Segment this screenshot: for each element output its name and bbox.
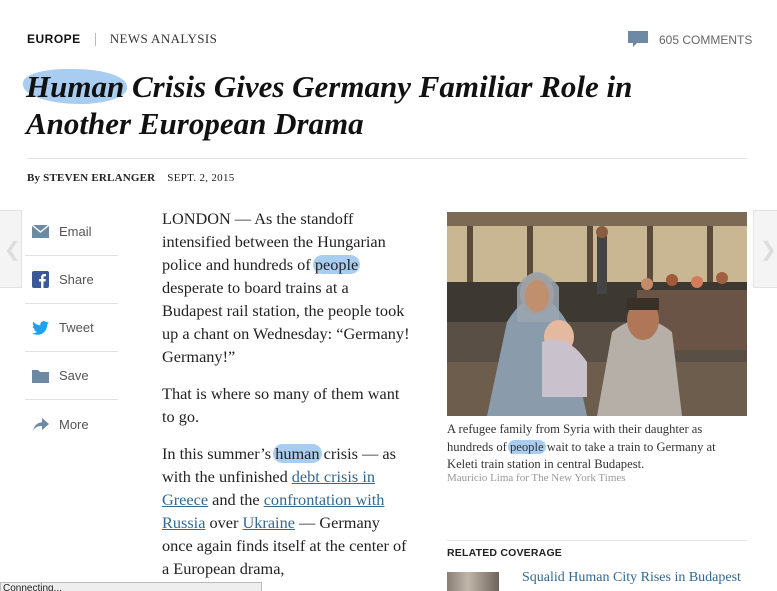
more-label: More [59, 416, 89, 432]
refugee-family-photo [447, 212, 747, 416]
headline-highlight: Human [23, 69, 128, 104]
twitter-bird-icon [32, 319, 49, 336]
envelope-icon [32, 223, 49, 240]
article-type-label: NEWS ANALYSIS [109, 31, 218, 46]
photo-caption: A refugee family from Syria with their d… [447, 421, 747, 474]
share-facebook-button[interactable]: Share [25, 256, 118, 304]
article-body: LONDON — As the standoff intensified bet… [162, 207, 412, 591]
story-paragraph-2: That is where so many of them want to go… [162, 384, 400, 426]
share-twitter-button[interactable]: Tweet [25, 304, 118, 352]
share-twitter-label: Tweet [59, 320, 94, 335]
folder-icon [32, 367, 49, 384]
share-email-label: Email [59, 224, 92, 239]
p3-text-start: In this summer’s [162, 444, 276, 463]
chevron-right-icon: ❯ [760, 237, 777, 261]
p1-highlight: people [312, 255, 361, 274]
p1-text-end: desperate to board trains at a Budapest … [162, 278, 410, 366]
comments-count: 605 COMMENTS [659, 32, 753, 47]
related-article-link[interactable]: Squalid Human City Rises in Budapest [522, 570, 741, 586]
story-paragraph-3: In this summer’s human crisis — as with … [162, 442, 412, 580]
related-divider [447, 540, 747, 541]
share-email-button[interactable]: Email [25, 208, 118, 256]
ukraine-link[interactable]: Ukraine [243, 513, 295, 532]
caption-highlight: people [507, 439, 546, 454]
chevron-left-icon: ❮ [4, 237, 21, 261]
next-article-button[interactable]: ❯ [753, 210, 777, 288]
byline-author[interactable]: By STEVEN ERLANGER [27, 172, 155, 184]
comments-link[interactable]: 605 COMMENTS [628, 31, 752, 48]
photo-credit: Mauricio Lima for The New York Times [447, 472, 626, 484]
save-label: Save [59, 368, 89, 383]
article-kicker: EUROPE NEWS ANALYSIS [27, 31, 217, 47]
header-divider [27, 158, 747, 159]
related-coverage-heading: RELATED COVERAGE [447, 547, 563, 559]
save-article-button[interactable]: Save [25, 352, 118, 400]
byline-date: SEPT. 2, 2015 [167, 172, 235, 184]
comment-bubble-icon [628, 31, 648, 48]
p3-highlight: human [273, 444, 322, 463]
article-headline: Human Crisis Gives Germany Familiar Role… [23, 68, 726, 142]
byline: By STEVEN ERLANGER SEPT. 2, 2015 [27, 172, 235, 184]
share-toolbar: Email Share Tweet Save More [25, 208, 118, 448]
share-arrow-icon [32, 416, 49, 433]
more-share-button[interactable]: More [25, 400, 118, 448]
p3-text-mid3: over [205, 513, 243, 532]
article-photo[interactable] [447, 212, 747, 416]
p3-text-mid2: and the [208, 490, 264, 509]
browser-status-bar: Connecting... [0, 582, 262, 591]
kicker-divider [94, 32, 96, 46]
facebook-icon [32, 271, 49, 288]
share-facebook-label: Share [59, 272, 94, 287]
previous-article-button[interactable]: ❮ [0, 210, 22, 288]
story-paragraph-1: LONDON — As the standoff intensified bet… [162, 207, 412, 368]
related-thumbnail[interactable] [447, 572, 499, 591]
section-link[interactable]: EUROPE [27, 32, 81, 46]
